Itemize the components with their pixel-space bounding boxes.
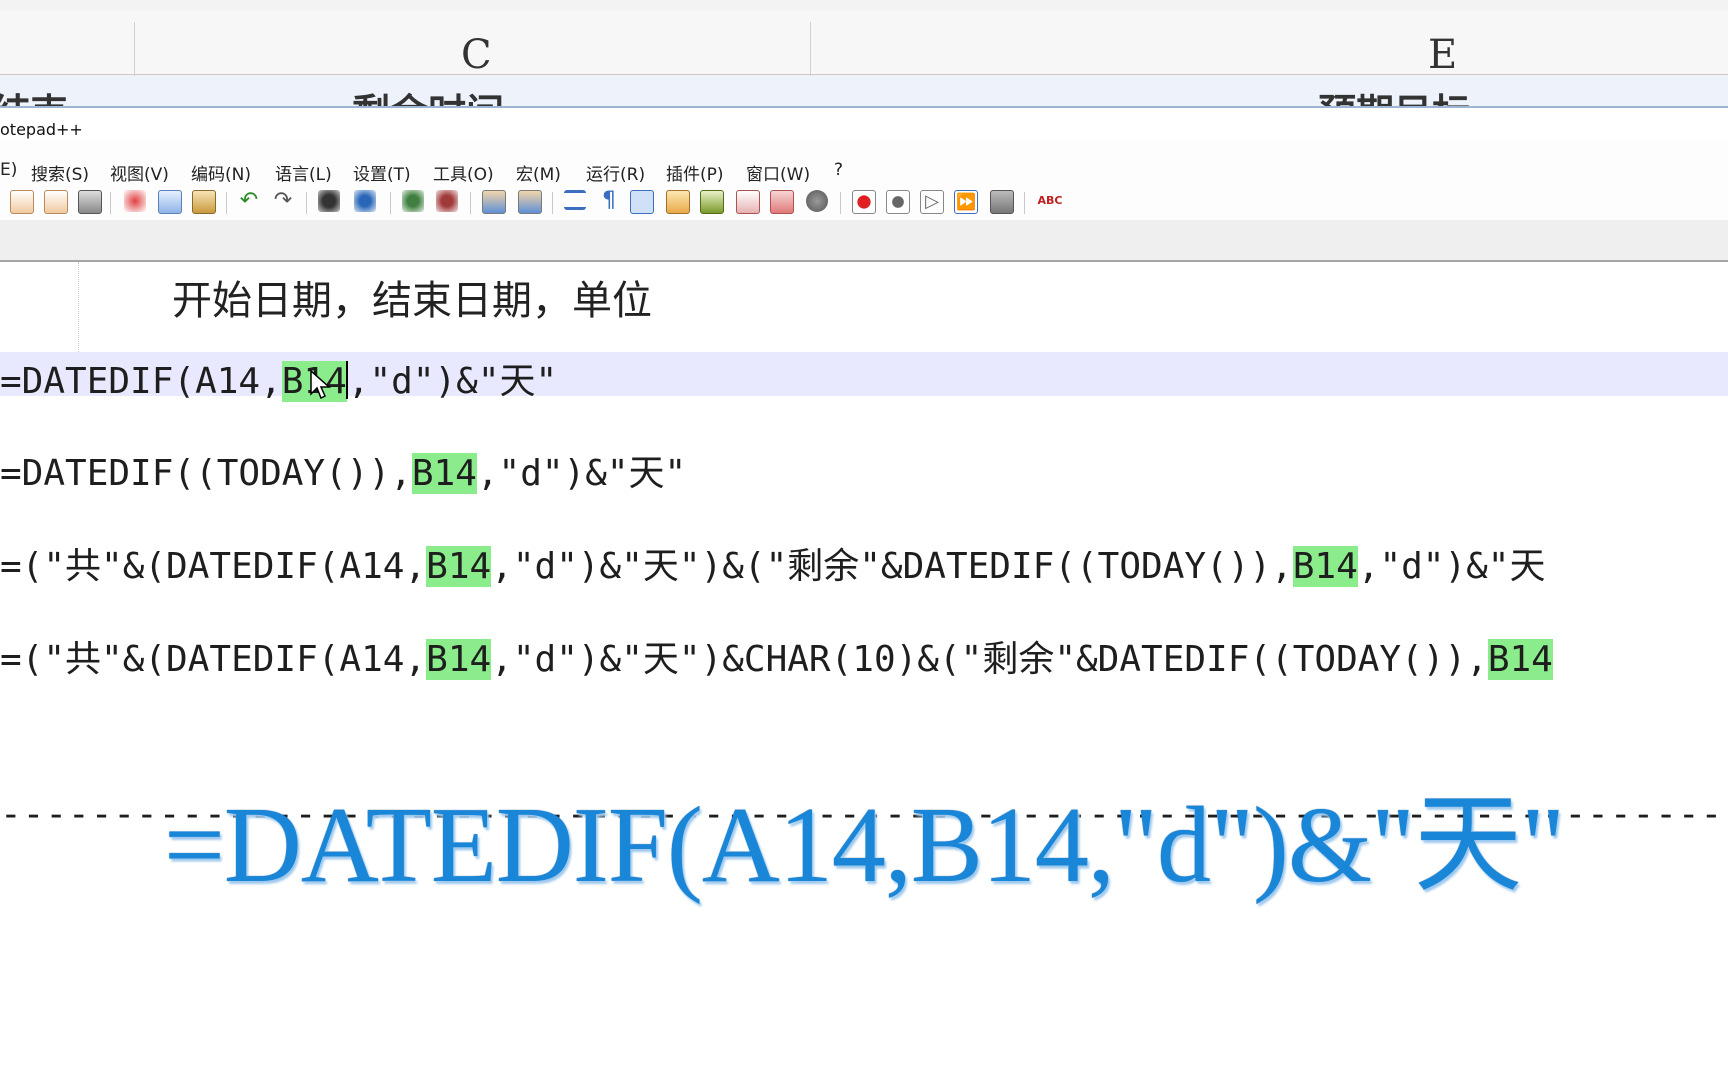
toolbar-separator xyxy=(110,192,111,214)
stop-record-icon[interactable] xyxy=(886,190,910,214)
title-bar[interactable]: otepad++ xyxy=(0,108,1728,140)
highlighted-match: B14 xyxy=(1292,546,1358,587)
save-macro-icon[interactable] xyxy=(990,190,1014,214)
undo-icon[interactable]: ↶ xyxy=(238,190,260,212)
line-text: ,"d")&"天" xyxy=(347,361,558,402)
fold-guide xyxy=(78,262,79,352)
sync-v-icon[interactable] xyxy=(482,190,506,214)
line-text: =("共"&(DATEDIF(A14, xyxy=(0,546,427,587)
zoom-out-icon[interactable] xyxy=(436,190,458,212)
toolbar-separator xyxy=(226,192,227,214)
tab-bar xyxy=(0,220,1728,262)
zoom-in-icon[interactable] xyxy=(402,190,424,212)
column-header-row: C E xyxy=(0,10,1728,84)
editor-line-1[interactable]: =DATEDIF(A14,B14,"d")&"天" xyxy=(0,352,1728,402)
toolbar-separator xyxy=(306,192,307,214)
print-icon[interactable] xyxy=(78,190,102,214)
column-separator xyxy=(810,22,811,84)
indent-guide-icon[interactable] xyxy=(630,190,654,214)
toolbar-separator xyxy=(1024,192,1025,214)
toolbar-separator xyxy=(470,192,471,214)
folder-workspace-icon[interactable] xyxy=(736,190,760,214)
line-text: =DATEDIF((TODAY()), xyxy=(0,453,412,494)
highlighted-match: B14 xyxy=(426,546,492,587)
paste-icon[interactable] xyxy=(192,190,216,214)
record-macro-icon[interactable] xyxy=(852,190,876,214)
mouse-pointer-icon xyxy=(310,370,331,400)
run-macro-multiple-icon[interactable]: ⏩ xyxy=(954,190,978,214)
show-all-chars-icon[interactable]: ¶ xyxy=(598,190,620,212)
excel-background: C E 结束 剩余时间 预期目标 xyxy=(0,0,1728,108)
highlighted-match: B14 xyxy=(411,453,477,494)
word-wrap-icon[interactable] xyxy=(564,190,586,210)
excel-row-peek: 结束 剩余时间 预期目标 xyxy=(0,76,1728,106)
play-macro-icon[interactable]: ▷ xyxy=(920,190,944,214)
doc-map-icon[interactable] xyxy=(666,190,690,214)
highlighted-match: B14 xyxy=(426,639,492,680)
line-text: ,"d")&"天")&CHAR(10)&("剩余"&DATEDIF((TODAY… xyxy=(491,639,1488,680)
line-text: ,"d")&"天 xyxy=(1357,546,1546,587)
menu-item-file[interactable]: E) xyxy=(0,160,17,180)
function-list-icon[interactable] xyxy=(700,190,724,214)
replace-icon[interactable] xyxy=(354,190,376,212)
toolbar: ↶ ↷ ¶ ▷ ⏩ ABC xyxy=(0,182,1728,221)
toolbar-separator xyxy=(552,192,553,214)
editor-line-comment: 开始日期，结束日期，单位 xyxy=(172,278,652,324)
open-file-icon[interactable] xyxy=(44,190,68,214)
sync-h-icon[interactable] xyxy=(518,190,542,214)
editor-line-4[interactable]: =("共"&(DATEDIF(A14,B14,"d")&"天")&CHAR(10… xyxy=(0,630,1553,680)
redo-icon[interactable]: ↷ xyxy=(272,190,294,212)
window-title: otepad++ xyxy=(0,120,83,139)
editor-line-2[interactable]: =DATEDIF((TODAY()),B14,"d")&"天" xyxy=(0,444,686,494)
notes-icon[interactable] xyxy=(770,190,794,214)
column-header-c[interactable]: C xyxy=(461,32,492,78)
line-text: ,"d")&"天")&("剩余"&DATEDIF((TODAY()), xyxy=(491,546,1293,587)
cell-peek-right: 预期目标 xyxy=(1318,82,1470,106)
column-separator xyxy=(134,22,135,84)
copy-icon[interactable] xyxy=(158,190,182,214)
monitor-icon[interactable] xyxy=(806,190,828,212)
cell-peek-left: 结束 xyxy=(0,82,68,106)
menu-bar: E) 搜索(S) 视图(V) 编码(N) 语言(L) 设置(T) 工具(O) 宏… xyxy=(0,154,1728,185)
line-text: =("共"&(DATEDIF(A14, xyxy=(0,639,427,680)
menu-item-help[interactable]: ? xyxy=(834,160,843,180)
editor-pane[interactable]: 开始日期，结束日期，单位 =DATEDIF(A14,B14,"d")&"天" =… xyxy=(0,262,1728,1082)
cut-icon[interactable] xyxy=(124,190,146,212)
new-file-icon[interactable] xyxy=(10,190,34,214)
overlay-formula: =DATEDIF(A14,B14,"d")&"天" xyxy=(164,786,1565,905)
line-text: ,"d")&"天" xyxy=(476,453,687,494)
spell-check-icon[interactable]: ABC xyxy=(1036,190,1064,212)
find-icon[interactable] xyxy=(318,190,340,212)
cell-peek-mid: 剩余时间 xyxy=(352,82,504,106)
toolbar-separator xyxy=(390,192,391,214)
toolbar-separator xyxy=(840,192,841,214)
notepadpp-window: otepad++ E) 搜索(S) 视图(V) 编码(N) 语言(L) 设置(T… xyxy=(0,106,1728,1082)
column-header-e[interactable]: E xyxy=(1428,32,1457,78)
line-text: =DATEDIF(A14, xyxy=(0,361,282,402)
highlighted-match: B14 xyxy=(1487,639,1553,680)
editor-line-3[interactable]: =("共"&(DATEDIF(A14,B14,"d")&"天")&("剩余"&D… xyxy=(0,537,1545,587)
